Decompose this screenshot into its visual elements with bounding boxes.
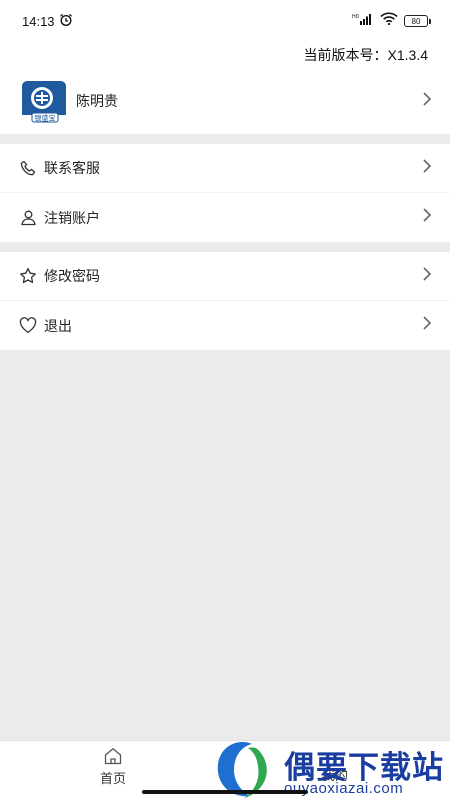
status-right: HD 80	[352, 12, 431, 30]
status-time: 14:13	[22, 13, 55, 29]
battery-icon: 80	[404, 15, 431, 27]
change-password-label: 修改密码	[44, 268, 100, 284]
alarm-icon	[59, 13, 73, 30]
profile-name: 陈明贵	[76, 93, 118, 109]
version-row: 当前版本号：X1.3.4	[0, 42, 450, 68]
wifi-icon	[380, 12, 398, 30]
change-password-item[interactable]: 修改密码	[0, 252, 450, 301]
tab-home-label: 首页	[99, 771, 126, 786]
tab-home[interactable]: 首页	[92, 747, 134, 787]
signal-icon: HD	[352, 12, 374, 30]
svg-text:银盛宝: 银盛宝	[35, 114, 56, 123]
profile-row[interactable]: 银盛宝 陈明贵	[0, 68, 450, 134]
menu-group-account: 修改密码 退出	[0, 252, 450, 350]
watermark-url: ouyaoxiazai.com	[284, 780, 404, 797]
chevron-right-icon	[422, 91, 432, 111]
user-icon	[18, 208, 38, 228]
phone-icon	[18, 158, 38, 178]
status-bar: 14:13 HD 80	[0, 0, 450, 42]
contact-support-item[interactable]: 联系客服	[0, 144, 450, 193]
status-left: 14:13	[22, 13, 73, 30]
delete-account-label: 注销账户	[44, 209, 100, 226]
contact-support-label: 联系客服	[44, 160, 100, 176]
home-icon	[103, 747, 123, 768]
version-text: 当前版本号：X1.3.4	[303, 47, 428, 63]
avatar: 银盛宝	[18, 79, 70, 123]
chevron-right-icon	[422, 316, 432, 335]
logout-label: 退出	[44, 317, 72, 334]
chevron-right-icon	[422, 266, 432, 286]
chevron-right-icon	[422, 158, 432, 178]
delete-account-item[interactable]: 注销账户	[0, 193, 450, 242]
star-icon	[18, 266, 38, 286]
svg-text:HD: HD	[352, 14, 360, 20]
chevron-right-icon	[422, 208, 432, 227]
logout-item[interactable]: 退出	[0, 301, 450, 350]
menu-group-support: 联系客服 注销账户	[0, 144, 450, 242]
heart-icon	[18, 316, 38, 336]
home-indicator[interactable]	[142, 790, 308, 794]
app-logo-icon: 银盛宝	[22, 81, 66, 123]
